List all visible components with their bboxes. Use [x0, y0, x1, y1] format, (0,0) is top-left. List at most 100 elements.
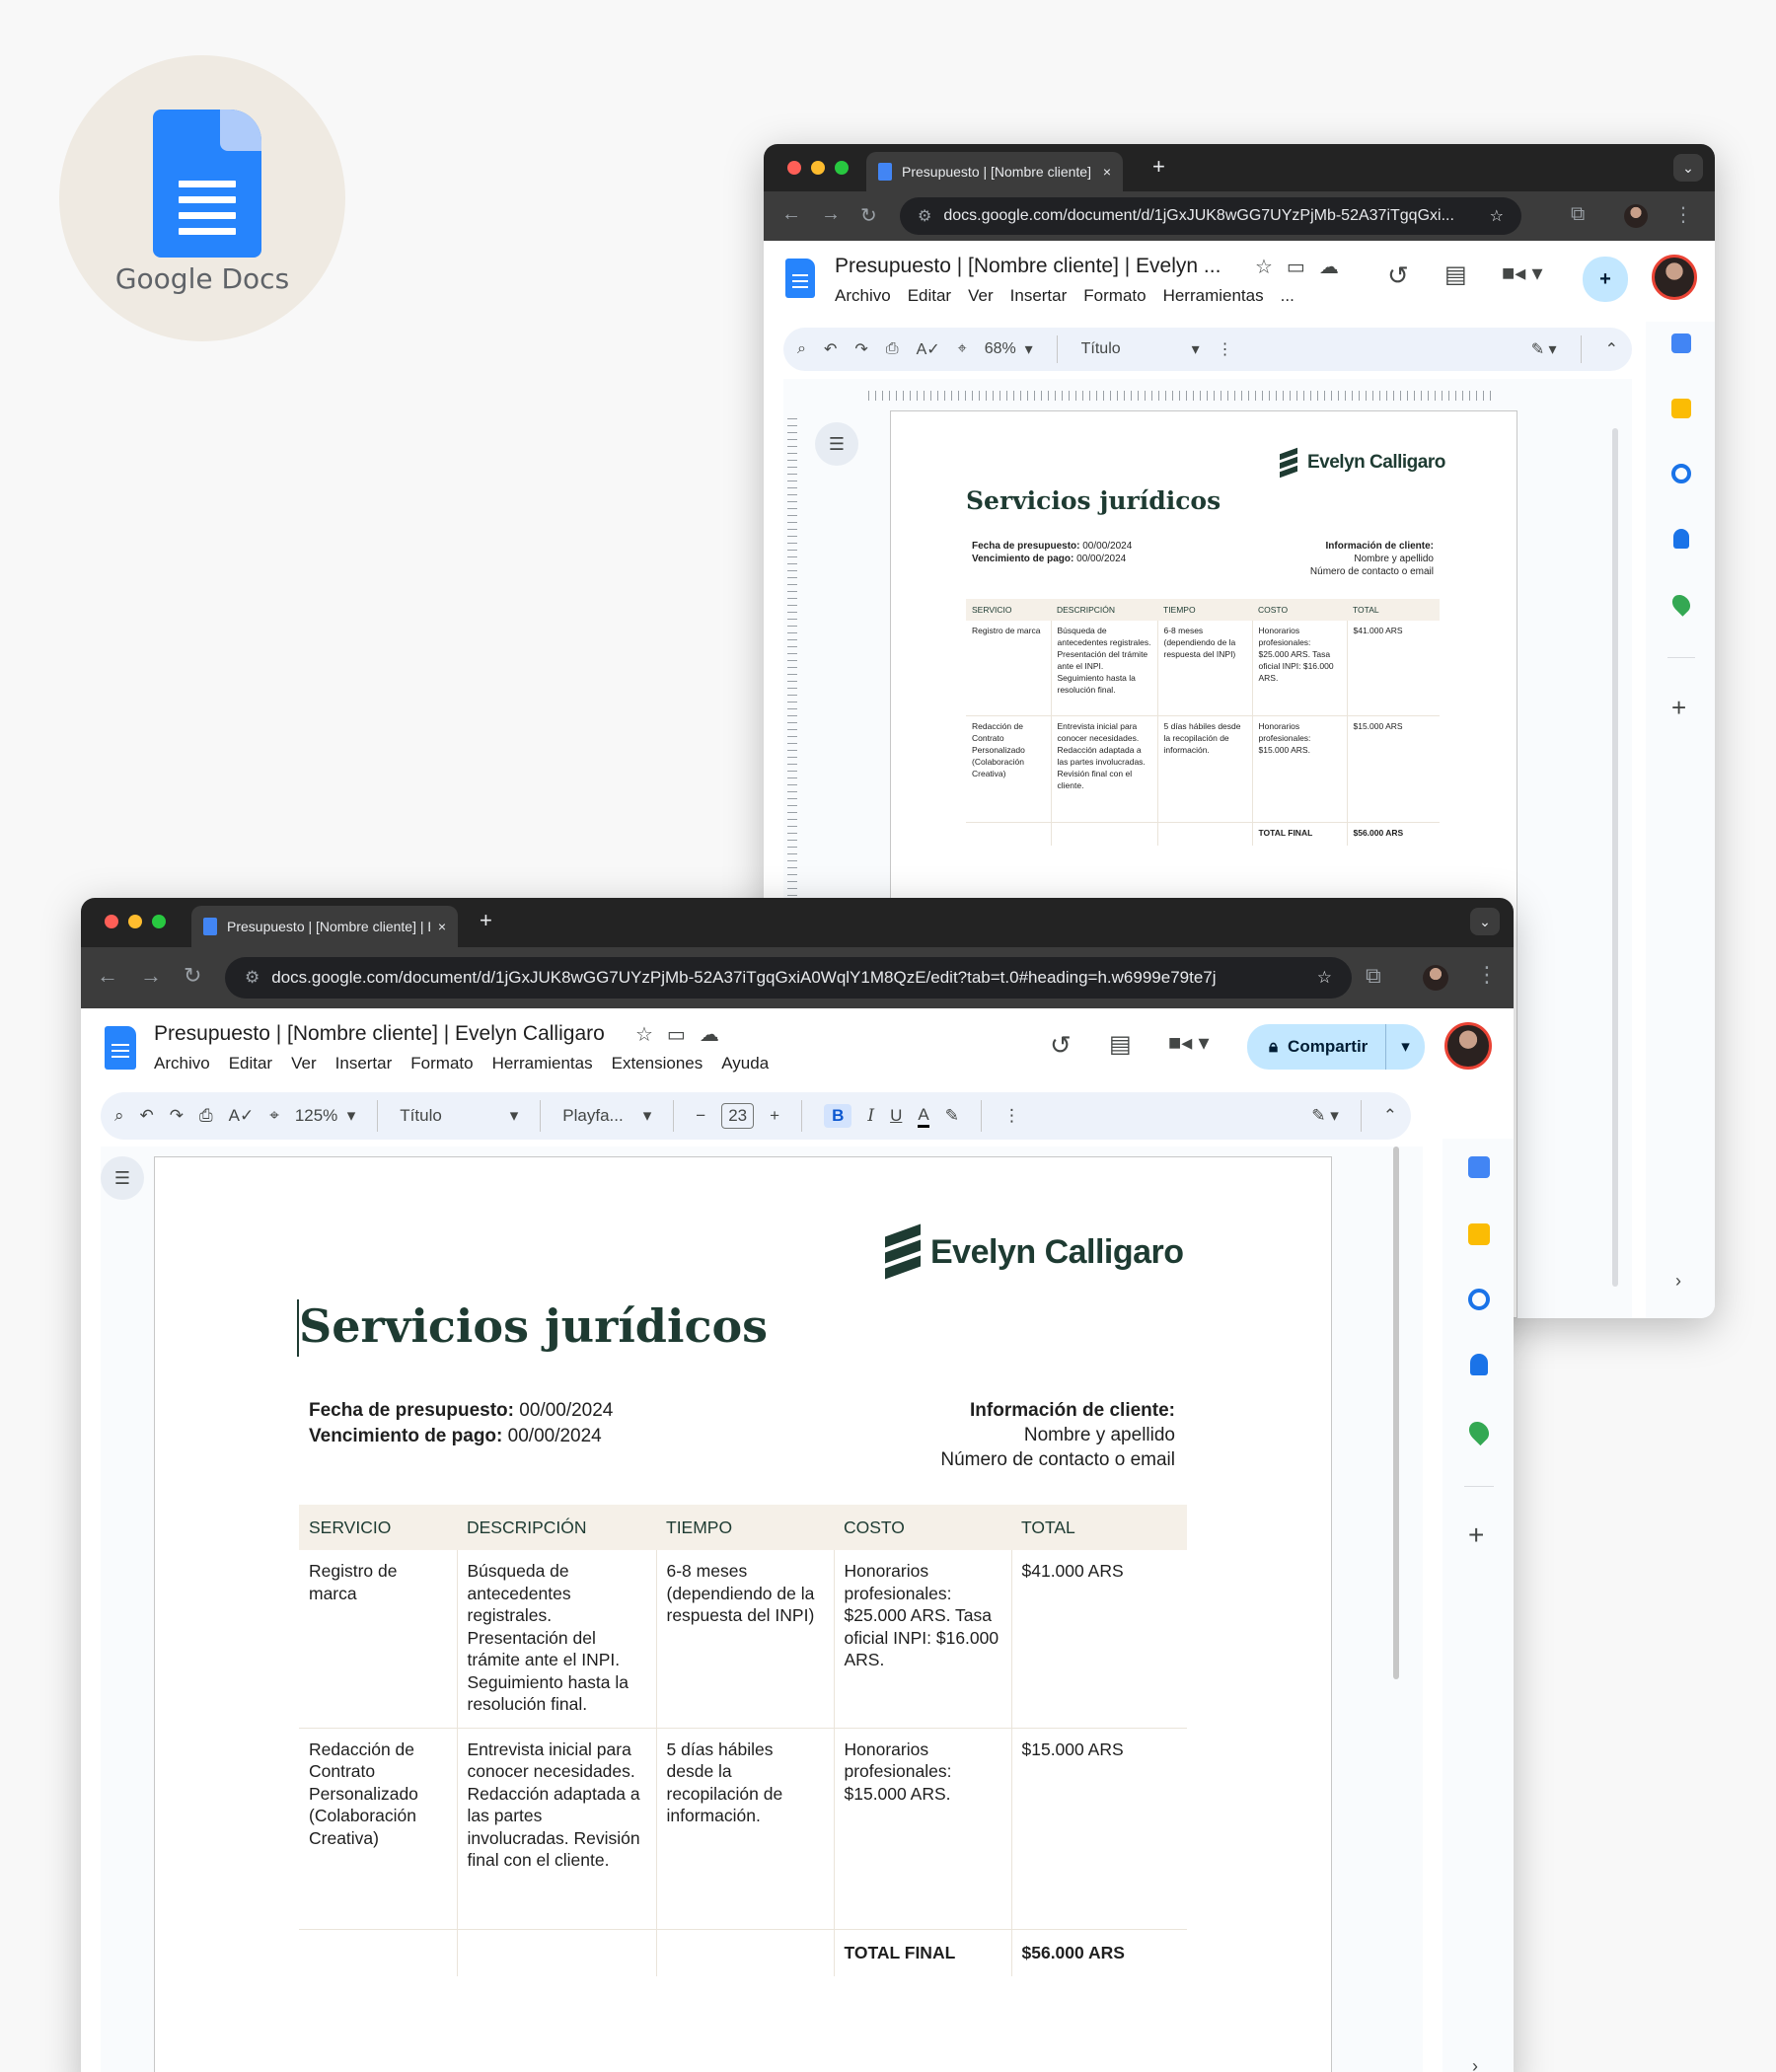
meet-video-icon[interactable]: ■◂ ▾: [1502, 260, 1543, 286]
menu-herramientas[interactable]: Herramientas: [1163, 286, 1264, 306]
calendar-icon[interactable]: [1468, 1156, 1490, 1178]
document-title[interactable]: Presupuesto | [Nombre cliente] | Evelyn …: [154, 1022, 605, 1046]
hide-menus-chevron-up-icon[interactable]: ⌃: [1383, 1106, 1397, 1126]
font-size-input[interactable]: 23: [721, 1103, 755, 1129]
maps-icon[interactable]: [1668, 591, 1694, 617]
minimize-window-button[interactable]: [811, 161, 825, 175]
back-arrow-icon[interactable]: ←: [97, 963, 118, 989]
window-controls[interactable]: [787, 161, 849, 175]
spellcheck-icon[interactable]: A✓: [229, 1106, 255, 1126]
extensions-puzzle-icon[interactable]: ⧉: [1571, 203, 1585, 226]
share-dropdown-chevron-icon[interactable]: ▾: [1385, 1024, 1425, 1070]
search-menus-icon[interactable]: ⌕: [797, 340, 806, 358]
menu-ayuda[interactable]: Ayuda: [721, 1054, 769, 1073]
forward-arrow-icon[interactable]: →: [140, 963, 162, 989]
paint-format-icon[interactable]: ⌖: [269, 1106, 279, 1126]
reload-icon[interactable]: ↻: [860, 203, 877, 228]
browser-profile-avatar[interactable]: [1624, 204, 1648, 228]
keep-icon[interactable]: [1671, 399, 1691, 418]
menu-formato[interactable]: Formato: [410, 1054, 473, 1073]
close-window-button[interactable]: [787, 161, 801, 175]
expand-panel-chevron-icon[interactable]: ›: [1675, 1271, 1681, 1292]
menu-archivo[interactable]: Archivo: [835, 286, 891, 306]
menu-formato[interactable]: Formato: [1083, 286, 1146, 306]
account-avatar[interactable]: [1652, 255, 1697, 300]
increase-font-size-icon[interactable]: +: [770, 1106, 779, 1126]
font-select[interactable]: Playfa... ▾: [562, 1106, 651, 1126]
underline-button[interactable]: U: [890, 1106, 902, 1126]
star-move-cloud-icons[interactable]: ☆▭☁: [1255, 255, 1353, 279]
maps-icon[interactable]: [1464, 1417, 1494, 1446]
spellcheck-icon[interactable]: A✓: [917, 339, 940, 359]
more-options-icon[interactable]: ⋮: [1218, 339, 1233, 359]
calendar-icon[interactable]: [1671, 333, 1691, 353]
share-add-person-icon[interactable]: +: [1583, 257, 1628, 302]
undo-icon[interactable]: ↶: [824, 339, 837, 359]
share-button[interactable]: 🔒︎ Compartir ▾: [1247, 1024, 1425, 1070]
highlight-pen-icon[interactable]: ✎: [945, 1106, 959, 1126]
new-tab-button[interactable]: +: [480, 908, 492, 933]
tab-close-icon[interactable]: ×: [438, 919, 446, 934]
redo-icon[interactable]: ↷: [854, 339, 867, 359]
menu-archivo[interactable]: Archivo: [154, 1054, 210, 1073]
address-bar[interactable]: ⚙ docs.google.com/document/d/1jGxJUK8wGG…: [225, 957, 1352, 999]
zoom-select[interactable]: 125% ▾: [295, 1106, 355, 1126]
menu-editar[interactable]: Editar: [229, 1054, 272, 1073]
back-arrow-icon[interactable]: ←: [781, 203, 801, 226]
text-color-button[interactable]: A: [918, 1105, 929, 1128]
maximize-window-button[interactable]: [152, 915, 166, 928]
document-outline-icon[interactable]: ☰: [815, 422, 858, 466]
docs-home-icon[interactable]: [785, 259, 815, 298]
site-settings-icon[interactable]: ⚙: [918, 206, 931, 226]
docs-home-icon[interactable]: [105, 1026, 136, 1070]
close-window-button[interactable]: [105, 915, 118, 928]
more-options-icon[interactable]: ⋮: [1003, 1106, 1020, 1126]
menu-herramientas[interactable]: Herramientas: [492, 1054, 593, 1073]
menu-editar[interactable]: Editar: [908, 286, 951, 306]
new-tab-button[interactable]: +: [1152, 154, 1165, 180]
scrollbar[interactable]: [1612, 428, 1618, 1287]
account-avatar[interactable]: [1444, 1022, 1492, 1070]
window-controls[interactable]: [105, 915, 166, 928]
bookmark-star-icon[interactable]: ☆: [1490, 206, 1504, 226]
document-title[interactable]: Presupuesto | [Nombre cliente] | Evelyn …: [835, 255, 1221, 278]
bold-button[interactable]: B: [824, 1104, 852, 1128]
contacts-icon[interactable]: [1470, 1354, 1488, 1375]
print-icon[interactable]: ⎙: [886, 340, 899, 358]
italic-button[interactable]: I: [867, 1106, 874, 1126]
print-icon[interactable]: ⎙: [199, 1106, 213, 1126]
menu-overflow[interactable]: ...: [1281, 286, 1295, 306]
decrease-font-size-icon[interactable]: −: [696, 1106, 705, 1126]
hide-menus-chevron-up-icon[interactable]: ⌃: [1605, 339, 1618, 359]
add-addon-plus-icon[interactable]: +: [1468, 1519, 1484, 1551]
meet-video-icon[interactable]: ■◂ ▾: [1168, 1030, 1210, 1056]
undo-icon[interactable]: ↶: [140, 1106, 154, 1126]
contacts-icon[interactable]: [1673, 529, 1689, 549]
tasks-icon[interactable]: [1468, 1289, 1490, 1310]
document-canvas[interactable]: ☰ Evelyn Calligaro Servicios jurídicos F…: [101, 1147, 1423, 2072]
browser-menu-kebab-icon[interactable]: ⋮: [1673, 202, 1693, 227]
menu-ver[interactable]: Ver: [968, 286, 994, 306]
maximize-window-button[interactable]: [835, 161, 849, 175]
menu-insertar[interactable]: Insertar: [1010, 286, 1068, 306]
star-move-cloud-icons[interactable]: ☆▭☁: [635, 1022, 733, 1047]
browser-profile-avatar[interactable]: [1423, 965, 1448, 991]
menu-extensiones[interactable]: Extensiones: [612, 1054, 703, 1073]
forward-arrow-icon[interactable]: →: [821, 203, 841, 226]
reload-icon[interactable]: ↻: [184, 963, 201, 989]
document-page[interactable]: Evelyn Calligaro Servicios jurídicos Fec…: [154, 1156, 1332, 2072]
style-select[interactable]: Título ▾: [400, 1106, 518, 1126]
version-history-icon[interactable]: ↺: [1050, 1030, 1072, 1061]
redo-icon[interactable]: ↷: [170, 1106, 184, 1126]
keep-icon[interactable]: [1468, 1223, 1490, 1245]
menu-ver[interactable]: Ver: [291, 1054, 317, 1073]
browser-menu-kebab-icon[interactable]: ⋮: [1476, 962, 1498, 988]
extensions-puzzle-icon[interactable]: ⧉: [1366, 963, 1381, 989]
browser-tab[interactable]: Presupuesto | [Nombre cliente] | Evelyn …: [191, 906, 458, 947]
horizontal-ruler[interactable]: [868, 391, 1496, 401]
address-bar[interactable]: ⚙ docs.google.com/document/d/1jGxJUK8wGG…: [900, 197, 1521, 235]
site-settings-icon[interactable]: ⚙: [245, 968, 259, 988]
search-menus-icon[interactable]: ⌕: [114, 1106, 124, 1126]
bookmark-star-icon[interactable]: ☆: [1317, 968, 1332, 988]
version-history-icon[interactable]: ↺: [1387, 260, 1409, 291]
